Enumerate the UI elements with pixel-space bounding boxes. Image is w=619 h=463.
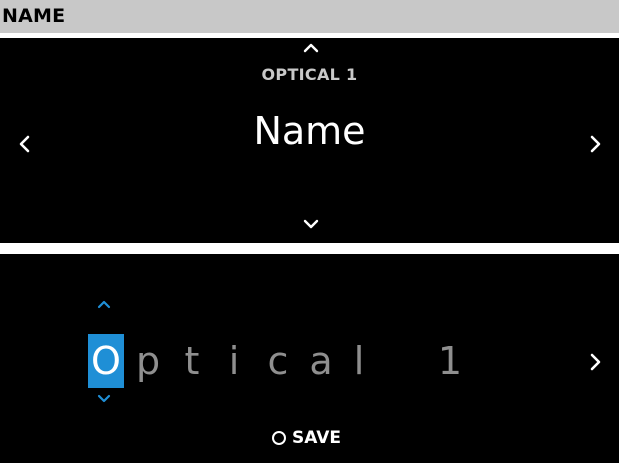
menu-screen: OPTICAL 1 Name bbox=[0, 38, 619, 243]
chevron-left-icon[interactable] bbox=[18, 134, 30, 154]
character-slot[interactable]: p bbox=[130, 334, 166, 388]
character-slot[interactable]: l bbox=[341, 334, 377, 388]
chevron-down-icon[interactable] bbox=[303, 218, 319, 230]
character-slot[interactable]: i bbox=[216, 334, 252, 388]
menu-item-title: Name bbox=[253, 109, 366, 153]
character-slot[interactable]: 1 bbox=[432, 334, 468, 388]
section-header: NAME bbox=[0, 0, 619, 33]
character-slot[interactable]: t bbox=[174, 334, 210, 388]
character-slot[interactable]: c bbox=[260, 334, 296, 388]
menu-category-label: OPTICAL 1 bbox=[261, 65, 358, 84]
save-label: SAVE bbox=[292, 428, 342, 448]
character-slot[interactable]: a bbox=[303, 334, 339, 388]
save-button[interactable]: SAVE bbox=[272, 426, 341, 450]
section-title: NAME bbox=[2, 5, 66, 27]
radio-circle-icon bbox=[272, 431, 286, 445]
char-up-icon[interactable] bbox=[97, 300, 111, 309]
chevron-right-icon[interactable] bbox=[590, 352, 602, 372]
name-edit-screen: O p t i c a l 1 SAVE bbox=[0, 254, 619, 463]
chevron-right-icon[interactable] bbox=[590, 134, 602, 154]
char-down-icon[interactable] bbox=[97, 394, 111, 403]
character-slot-selected[interactable]: O bbox=[88, 334, 124, 388]
character-slot[interactable] bbox=[388, 334, 424, 388]
chevron-up-icon[interactable] bbox=[303, 43, 319, 53]
